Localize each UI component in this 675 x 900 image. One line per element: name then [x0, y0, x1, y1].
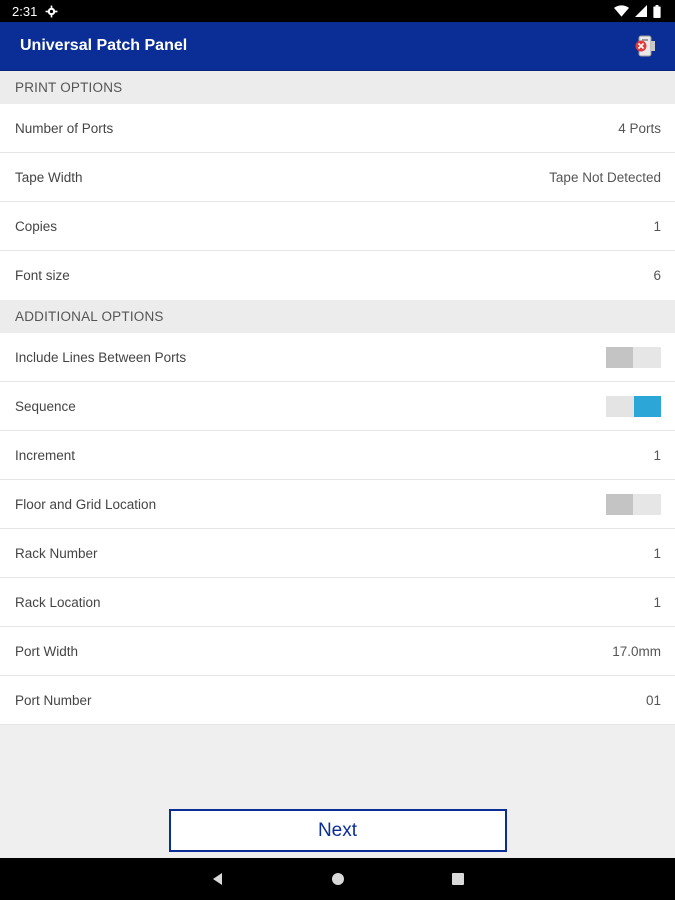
printer-disconnected-button[interactable]: [631, 31, 661, 61]
floor-grid-label: Floor and Grid Location: [15, 496, 157, 512]
copies-row[interactable]: Copies 1: [0, 202, 675, 251]
increment-label: Increment: [15, 447, 76, 463]
tape-width-row[interactable]: Tape Width Tape Not Detected: [0, 153, 675, 202]
home-button[interactable]: [326, 867, 350, 891]
sequence-toggle[interactable]: [606, 395, 661, 417]
floor-grid-row: Floor and Grid Location: [0, 480, 675, 529]
recents-icon: [451, 873, 464, 885]
app-bar: Universal Patch Panel: [0, 22, 675, 71]
additional-options-header: ADDITIONAL OPTIONS: [0, 300, 675, 333]
increment-value: 1: [653, 447, 661, 463]
number-of-ports-row[interactable]: Number of Ports 4 Ports: [0, 104, 675, 153]
wifi-icon: [614, 5, 629, 17]
print-options-header: PRINT OPTIONS: [0, 71, 675, 104]
clock: 2:31: [12, 3, 38, 19]
rack-location-value: 1: [653, 594, 661, 610]
rack-number-row[interactable]: Rack Number 1: [0, 529, 675, 578]
increment-row[interactable]: Increment 1: [0, 431, 675, 480]
copies-label: Copies: [15, 218, 58, 234]
signal-icon: [635, 5, 647, 17]
tape-width-label: Tape Width: [15, 169, 83, 185]
settings-icon: [45, 5, 58, 18]
include-lines-toggle[interactable]: [606, 346, 661, 368]
status-bar: 2:31: [0, 0, 675, 22]
sequence-row: Sequence: [0, 382, 675, 431]
toggle-knob: [634, 395, 661, 417]
app-title: Universal Patch Panel: [20, 37, 188, 54]
back-icon: [212, 873, 222, 885]
font-size-label: Font size: [15, 268, 70, 283]
number-of-ports-label: Number of Ports: [15, 120, 114, 136]
port-number-row[interactable]: Port Number 01: [0, 676, 675, 725]
port-width-row[interactable]: Port Width 17.0mm: [0, 627, 675, 676]
rack-location-row[interactable]: Rack Location 1: [0, 578, 675, 627]
floor-grid-toggle[interactable]: [606, 493, 661, 515]
font-size-row[interactable]: Font size 6: [0, 251, 675, 300]
rack-location-label: Rack Location: [15, 594, 101, 610]
rack-number-label: Rack Number: [15, 545, 98, 561]
recents-button[interactable]: [446, 867, 470, 891]
port-width-value: 17.0mm: [612, 643, 661, 659]
toggle-knob: [606, 493, 633, 515]
back-button[interactable]: [206, 867, 230, 891]
printer-disconnected-icon: [635, 35, 655, 57]
copies-value: 1: [653, 218, 661, 234]
screen: 2:31 Universal Patch Panel PRINT OPTIONS…: [0, 0, 675, 900]
sequence-label: Sequence: [15, 398, 76, 414]
port-number-value: 01: [645, 692, 661, 708]
status-right: [614, 4, 661, 18]
next-button[interactable]: Next: [168, 809, 507, 852]
home-icon: [331, 873, 344, 885]
tape-width-value: Tape Not Detected: [549, 169, 661, 185]
battery-icon: [653, 4, 661, 18]
next-button-container: Next: [0, 809, 675, 852]
port-number-label: Port Number: [15, 692, 92, 708]
number-of-ports-value: 4 Ports: [618, 120, 661, 136]
rack-number-value: 1: [653, 545, 661, 561]
toggle-knob: [606, 346, 633, 368]
port-width-label: Port Width: [15, 643, 79, 659]
navigation-bar: [0, 858, 675, 900]
font-size-value: 6: [653, 268, 661, 283]
include-lines-row: Include Lines Between Ports: [0, 333, 675, 382]
include-lines-label: Include Lines Between Ports: [15, 349, 187, 365]
status-left: 2:31: [12, 4, 58, 19]
